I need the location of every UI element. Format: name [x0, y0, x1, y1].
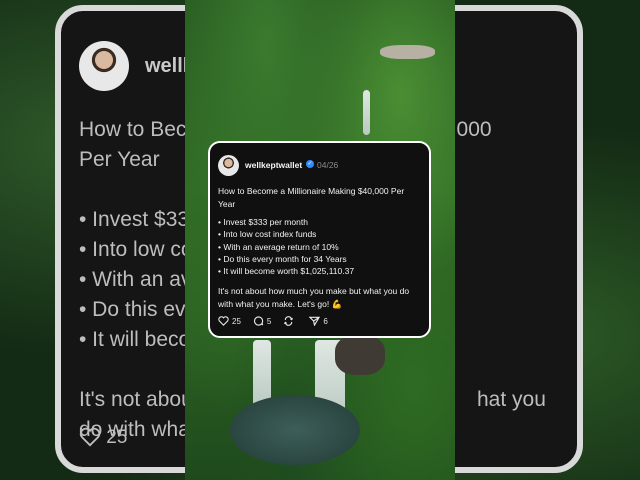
bg-bullet: • Into low co — [79, 238, 193, 261]
comment-count: 5 — [266, 316, 272, 326]
like-button[interactable]: 25 — [218, 316, 241, 326]
comment-icon — [253, 316, 264, 326]
avatar[interactable] — [218, 155, 239, 176]
post-title: How to Become a Millionaire Making $40,0… — [218, 186, 405, 209]
background-heart-icon — [79, 427, 101, 447]
comment-button[interactable]: 5 — [253, 316, 271, 326]
list-item: With an average return of 10% — [218, 241, 354, 253]
share-button[interactable]: 6 — [309, 316, 328, 326]
upper-waterfall — [363, 90, 370, 135]
bg-bullet: • Do this eve — [79, 298, 198, 321]
like-count: 25 — [232, 316, 241, 326]
background-avatar — [79, 41, 129, 91]
bg-bullet: • Invest $333 — [79, 208, 201, 231]
repost-button[interactable] — [283, 316, 297, 326]
background-post-text: How to Beco 0,000 Per Year • Invest $333 … — [79, 115, 546, 445]
list-item: Do this every month for 34 Years — [218, 253, 354, 265]
bg-closing-fragment: It's not abou — [79, 388, 193, 411]
background-actions: 25 — [79, 427, 127, 449]
list-item: It will become worth $1,025,110.37 — [218, 265, 354, 277]
post-card[interactable]: wellkeptwallet ✓ 04/26 How to Become a M… — [208, 141, 431, 338]
post-bullet-list: Invest $333 per month Into low cost inde… — [218, 216, 354, 277]
list-item: Into low cost index funds — [218, 228, 354, 240]
list-item: Invest $333 per month — [218, 216, 354, 228]
rock — [335, 335, 385, 375]
background-like-count: 25 — [106, 427, 128, 448]
share-icon — [309, 316, 321, 326]
bg-closing-fragment-b: hat you — [477, 388, 546, 411]
plunge-pool — [230, 395, 360, 465]
post-closing-text: It's not about how much you make but wha… — [218, 286, 410, 309]
post-actions: 25 5 6 — [218, 316, 340, 326]
repost-icon — [284, 316, 294, 326]
bg-bullet: • With an av — [79, 268, 192, 291]
bg-title-fragment: How to Beco — [79, 118, 199, 141]
bg-bullet: • It will beco — [79, 328, 191, 351]
bg-per-year: Per Year — [79, 148, 160, 171]
rock — [380, 45, 435, 59]
post-handle[interactable]: wellkeptwallet — [245, 160, 302, 170]
heart-icon — [218, 316, 229, 326]
verified-icon: ✓ — [306, 160, 314, 168]
share-count: 6 — [323, 316, 328, 326]
post-date: 04/26 — [317, 160, 339, 170]
